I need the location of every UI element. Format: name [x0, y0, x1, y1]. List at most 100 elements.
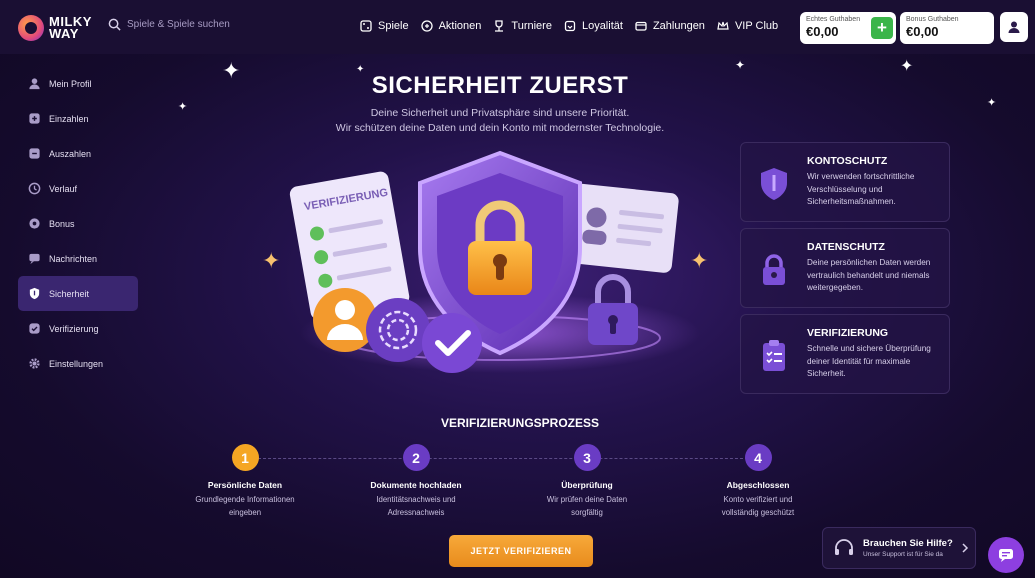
bonus-balance-value: €0,00 — [906, 24, 939, 39]
sidebar-item-label: Einzahlen — [49, 113, 89, 124]
nav-item-turniere[interactable]: Turniere — [493, 20, 552, 32]
sidebar-item-label: Einstellungen — [49, 358, 104, 369]
search-placeholder: Spiele & Spiele suchen — [127, 19, 230, 30]
sidebar: Mein Profil Einzahlen Auszahlen Verlauf … — [18, 66, 138, 381]
sparkle-icon: ✦ — [262, 248, 281, 273]
sparkle-icon: ✦ — [735, 58, 746, 72]
nav-label: Zahlungen — [652, 20, 705, 32]
card-text: Deine persönlichen Daten werden vertraul… — [807, 258, 931, 292]
card-kontoschutz: KONTOSCHUTZ Wir verwenden fortschrittlic… — [740, 142, 950, 222]
sidebar-item-verifizierung[interactable]: Verifizierung — [18, 311, 138, 346]
gift-icon — [420, 20, 433, 32]
card-verifizierung: VERIFIZIERUNG Schnelle und sichere Überp… — [740, 314, 950, 394]
card-text: Schnelle und sichere Überprüfung deiner … — [807, 344, 931, 378]
help-subtitle: Unser Support ist für Sie da — [863, 551, 943, 558]
verify-icon — [27, 322, 41, 336]
subtitle-line1: Deine Sicherheit und Privatsphäre sind u… — [370, 107, 630, 119]
user-badge-icon — [313, 288, 377, 352]
lock-icon — [763, 254, 785, 285]
user-account-button[interactable] — [1000, 12, 1028, 42]
step-desc-line2: eingeben — [228, 508, 262, 517]
process-step: 2 Dokumente hochladen Identitätsnachweis… — [346, 444, 486, 519]
sidebar-item-einzahlen[interactable]: Einzahlen — [18, 101, 138, 136]
process-connector — [258, 458, 748, 459]
bonus-balance[interactable]: Bonus Guthaben €0,00 — [900, 12, 994, 44]
sidebar-item-label: Mein Profil — [49, 78, 92, 89]
history-icon — [27, 182, 41, 196]
card-text: Wir verwenden fortschrittliche Verschlüs… — [807, 172, 915, 206]
chat-icon — [999, 549, 1013, 562]
nav-item-vip-club[interactable]: VIP Club — [717, 20, 778, 32]
top-header: MILKY WAY Spiele & Spiele suchen Spiele … — [0, 0, 1035, 54]
crown-icon — [717, 21, 729, 30]
sidebar-item-label: Bonus — [49, 218, 75, 229]
wallet-icon — [635, 21, 647, 31]
user-icon — [27, 77, 41, 91]
help-title: Brauchen Sie Hilfe? — [863, 538, 953, 549]
nav-label: Spiele — [378, 20, 409, 32]
sidebar-item-label: Verlauf — [49, 183, 78, 194]
step-desc-line1: Identitätsnachweis und — [376, 495, 456, 504]
step-desc-line1: Wir prüfen deine Daten — [546, 495, 628, 504]
shield-icon — [27, 287, 41, 301]
step-number: 1 — [231, 444, 259, 471]
sidebar-item-label: Sicherheit — [49, 288, 90, 299]
step-title: Überprüfung — [561, 480, 613, 490]
sidebar-item-label: Nachrichten — [49, 253, 98, 264]
step-title: Abgeschlossen — [726, 480, 790, 490]
sidebar-item-bonus[interactable]: Bonus — [18, 206, 138, 241]
nav-label: Turniere — [511, 20, 552, 32]
logo-line2: WAY — [49, 26, 79, 41]
user-icon — [1008, 21, 1020, 33]
card-datenschutz: DATENSCHUTZ Deine persönlichen Daten wer… — [740, 228, 950, 308]
sidebar-item-sicherheit[interactable]: Sicherheit — [18, 276, 138, 311]
sidebar-item-auszahlen[interactable]: Auszahlen — [18, 136, 138, 171]
help-widget[interactable]: Brauchen Sie Hilfe? Unser Support ist fü… — [822, 527, 976, 569]
card-title: KONTOSCHUTZ — [807, 155, 888, 167]
sidebar-item-verlauf[interactable]: Verlauf — [18, 171, 138, 206]
sidebar-item-label: Verifizierung — [49, 323, 99, 334]
sidebar-item-mein-profil[interactable]: Mein Profil — [18, 66, 138, 101]
step-desc: Wir prüfen deine Daten sorgfältig — [517, 493, 657, 519]
nav-item-aktionen[interactable]: Aktionen — [420, 20, 481, 32]
gear-badge-icon — [27, 217, 41, 231]
chat-button[interactable] — [988, 537, 1024, 573]
step-desc-line2: Adressnachweis — [387, 508, 445, 517]
process-title: VERIFIZIERUNGSPROZESS — [440, 416, 600, 430]
deposit-button[interactable]: + — [871, 17, 893, 39]
search-input[interactable]: Spiele & Spiele suchen — [108, 18, 230, 31]
process-step: 4 Abgeschlossen Konto verifiziert und vol… — [688, 444, 828, 519]
sidebar-item-nachrichten[interactable]: Nachrichten — [18, 241, 138, 276]
checkmark-icon — [422, 313, 482, 373]
step-title: Persönliche Daten — [207, 480, 283, 490]
logo[interactable]: MILKY WAY — [18, 12, 98, 44]
chevron-right-icon — [962, 543, 968, 553]
sidebar-item-einstellungen[interactable]: Einstellungen — [18, 346, 138, 381]
subtitle-line2: Wir schützen deine Daten und dein Konto … — [335, 122, 665, 134]
message-icon — [27, 252, 41, 266]
logo-text: MILKY WAY — [49, 15, 92, 41]
clipboard-check-icon — [763, 340, 785, 371]
small-padlock-icon — [588, 274, 638, 345]
nav-item-spiele[interactable]: Spiele — [360, 20, 409, 32]
withdraw-icon — [27, 147, 41, 161]
step-desc: Identitätsnachweis und Adressnachweis — [346, 493, 486, 519]
page-subtitle: Deine Sicherheit und Privatsphäre sind u… — [300, 106, 700, 136]
card-title: VERIFIZIERUNG — [807, 327, 889, 339]
step-number: 4 — [744, 444, 772, 471]
card-title: DATENSCHUTZ — [807, 241, 885, 253]
process-step: 3 Überprüfung Wir prüfen deine Daten sorg… — [517, 444, 657, 519]
step-number: 2 — [402, 444, 430, 471]
gear-icon — [27, 357, 41, 371]
page-title: SICHERHEIT ZUERST — [371, 72, 629, 99]
step-desc: Grundlegende Informationen eingeben — [175, 493, 315, 519]
verify-now-button[interactable]: JETZT VERIFIZIEREN — [449, 535, 593, 567]
process-step: 1 Persönliche Daten Grundlegende Informa… — [175, 444, 315, 519]
sidebar-item-label: Auszahlen — [49, 148, 92, 159]
headset-icon — [835, 539, 853, 555]
nav-item-zahlungen[interactable]: Zahlungen — [635, 20, 705, 32]
nav-item-loyalitaet[interactable]: Loyalität — [564, 20, 623, 32]
step-desc: Konto verifiziert und vollständig geschüt… — [688, 493, 828, 519]
step-title: Dokumente hochladen — [370, 480, 462, 490]
nav-label: Loyalität — [581, 20, 623, 32]
